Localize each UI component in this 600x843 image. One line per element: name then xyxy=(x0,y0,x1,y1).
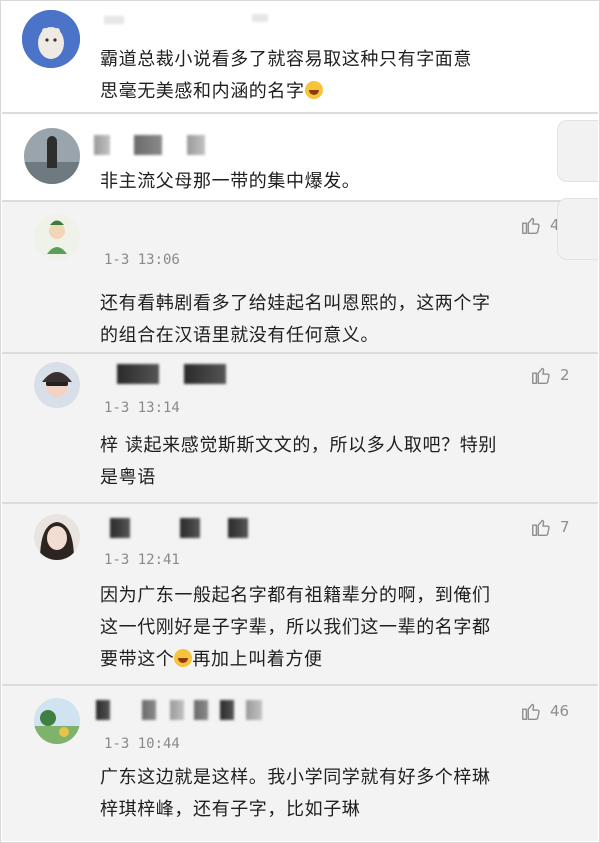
avatar[interactable] xyxy=(34,362,80,408)
comment-line: 因为广东一般起名字都有祖籍辈分的啊，到俺们 xyxy=(100,585,491,606)
comment-line: 梓 读起来感觉斯斯文文的，所以多人取吧？特别 xyxy=(100,435,497,456)
thumbs-up-icon xyxy=(532,367,550,384)
comment-timestamp: 1-3 12:41 xyxy=(104,552,180,568)
username-redacted xyxy=(220,700,234,720)
comment-text: 因为广东一般起名字都有祖籍辈分的啊，到俺们 这一代刚好是子字辈，所以我们这一辈的… xyxy=(100,580,576,676)
laughing-emoji-icon xyxy=(304,81,323,99)
comment-line: 要带这个 再加上叫着方便 xyxy=(100,649,323,670)
comment-line: 广东这边就是这样。我小学同学就有好多个梓琳 xyxy=(100,767,491,788)
comment-line: 是粤语 xyxy=(100,467,156,488)
comment-timestamp: 1-3 13:14 xyxy=(104,400,180,416)
username-redacted xyxy=(252,14,268,22)
username-redacted xyxy=(194,700,208,720)
username-redacted xyxy=(96,700,110,720)
avatar-image xyxy=(24,128,80,184)
comment-text: 非主流父母那一带的集中爆发。 xyxy=(100,166,576,198)
comment-timestamp: 1-3 13:06 xyxy=(104,252,180,268)
thumbs-up-icon xyxy=(522,703,540,720)
like-count: 46 xyxy=(550,702,570,720)
username-redacted xyxy=(184,364,226,384)
comment-text: 广东这边就是这样。我小学同学就有好多个梓琳 梓琪梓峰，还有子字，比如子琳 xyxy=(100,762,576,826)
username-redacted xyxy=(104,16,124,24)
comment-card-1: 霸道总裁小说看多了就容易取这种只有字面意 思毫无美感和内涵的名字 xyxy=(2,2,598,112)
thumbs-up-icon xyxy=(522,217,540,234)
comment-line: 非主流父母那一带的集中爆发。 xyxy=(100,171,361,192)
thumbs-up-icon xyxy=(532,519,550,536)
username-redacted xyxy=(134,135,162,155)
comment-card-6: 1-3 10:44 广东这边就是这样。我小学同学就有好多个梓琳 梓琪梓峰，还有子… xyxy=(2,686,598,841)
username-redacted xyxy=(187,135,205,155)
avatar-image xyxy=(34,214,80,260)
avatar-image xyxy=(34,698,80,744)
username-redacted xyxy=(246,700,262,720)
comment-card-5: 1-3 12:41 因为广东一般起名字都有祖籍辈分的啊，到俺们 这一代刚好是子字… xyxy=(2,504,598,684)
avatar[interactable] xyxy=(34,514,80,560)
avatar[interactable] xyxy=(24,128,80,184)
avatar-image xyxy=(34,514,80,560)
avatar[interactable] xyxy=(22,10,80,68)
username-redacted xyxy=(180,518,200,538)
username-redacted xyxy=(228,518,248,538)
comment-card-3: 1-3 13:06 还有看韩剧看多了给娃起名叫恩熙的，这两个字 的组合在汉语里就… xyxy=(2,198,598,352)
avatar-image xyxy=(34,362,80,408)
comment-text: 梓 读起来感觉斯斯文文的，所以多人取吧？特别 是粤语 xyxy=(100,430,576,494)
comment-line: 霸道总裁小说看多了就容易取这种只有字面意 xyxy=(100,49,472,70)
like-button[interactable]: 46 xyxy=(520,700,569,722)
comment-text: 霸道总裁小说看多了就容易取这种只有字面意 思毫无美感和内涵的名字 xyxy=(100,44,576,108)
comment-text: 还有看韩剧看多了给娃起名叫恩熙的，这两个字 的组合在汉语里就没有任何意义。 xyxy=(100,288,576,352)
like-button[interactable]: 7 xyxy=(530,516,570,538)
avatar-image xyxy=(22,10,80,68)
username-redacted xyxy=(170,700,184,720)
reply-tab-icon[interactable] xyxy=(557,198,598,260)
comment-card-4: 1-3 13:14 梓 读起来感觉斯斯文文的，所以多人取吧？特别 是粤语 2 xyxy=(2,354,598,502)
like-count: 7 xyxy=(560,518,570,536)
username-redacted xyxy=(110,518,130,538)
avatar[interactable] xyxy=(34,698,80,744)
like-count: 2 xyxy=(560,366,570,384)
comment-line: 的组合在汉语里就没有任何意义。 xyxy=(100,325,379,346)
username-redacted xyxy=(117,364,159,384)
reply-tab-icon[interactable] xyxy=(557,120,598,182)
like-button[interactable]: 2 xyxy=(530,364,570,386)
comment-timestamp: 1-3 10:44 xyxy=(104,736,180,752)
comment-line: 梓琪梓峰，还有子字，比如子琳 xyxy=(100,799,361,820)
comment-line: 还有看韩剧看多了给娃起名叫恩熙的，这两个字 xyxy=(100,293,491,314)
avatar[interactable] xyxy=(34,214,80,260)
comment-card-2: 非主流父母那一带的集中爆发。 xyxy=(2,114,598,200)
username-redacted xyxy=(142,700,156,720)
username-redacted xyxy=(94,135,110,155)
comment-line: 这一代刚好是子字辈，所以我们这一辈的名字都 xyxy=(100,617,491,638)
comment-line: 思毫无美感和内涵的名字 xyxy=(100,76,576,108)
laughing-emoji-icon xyxy=(174,649,193,667)
